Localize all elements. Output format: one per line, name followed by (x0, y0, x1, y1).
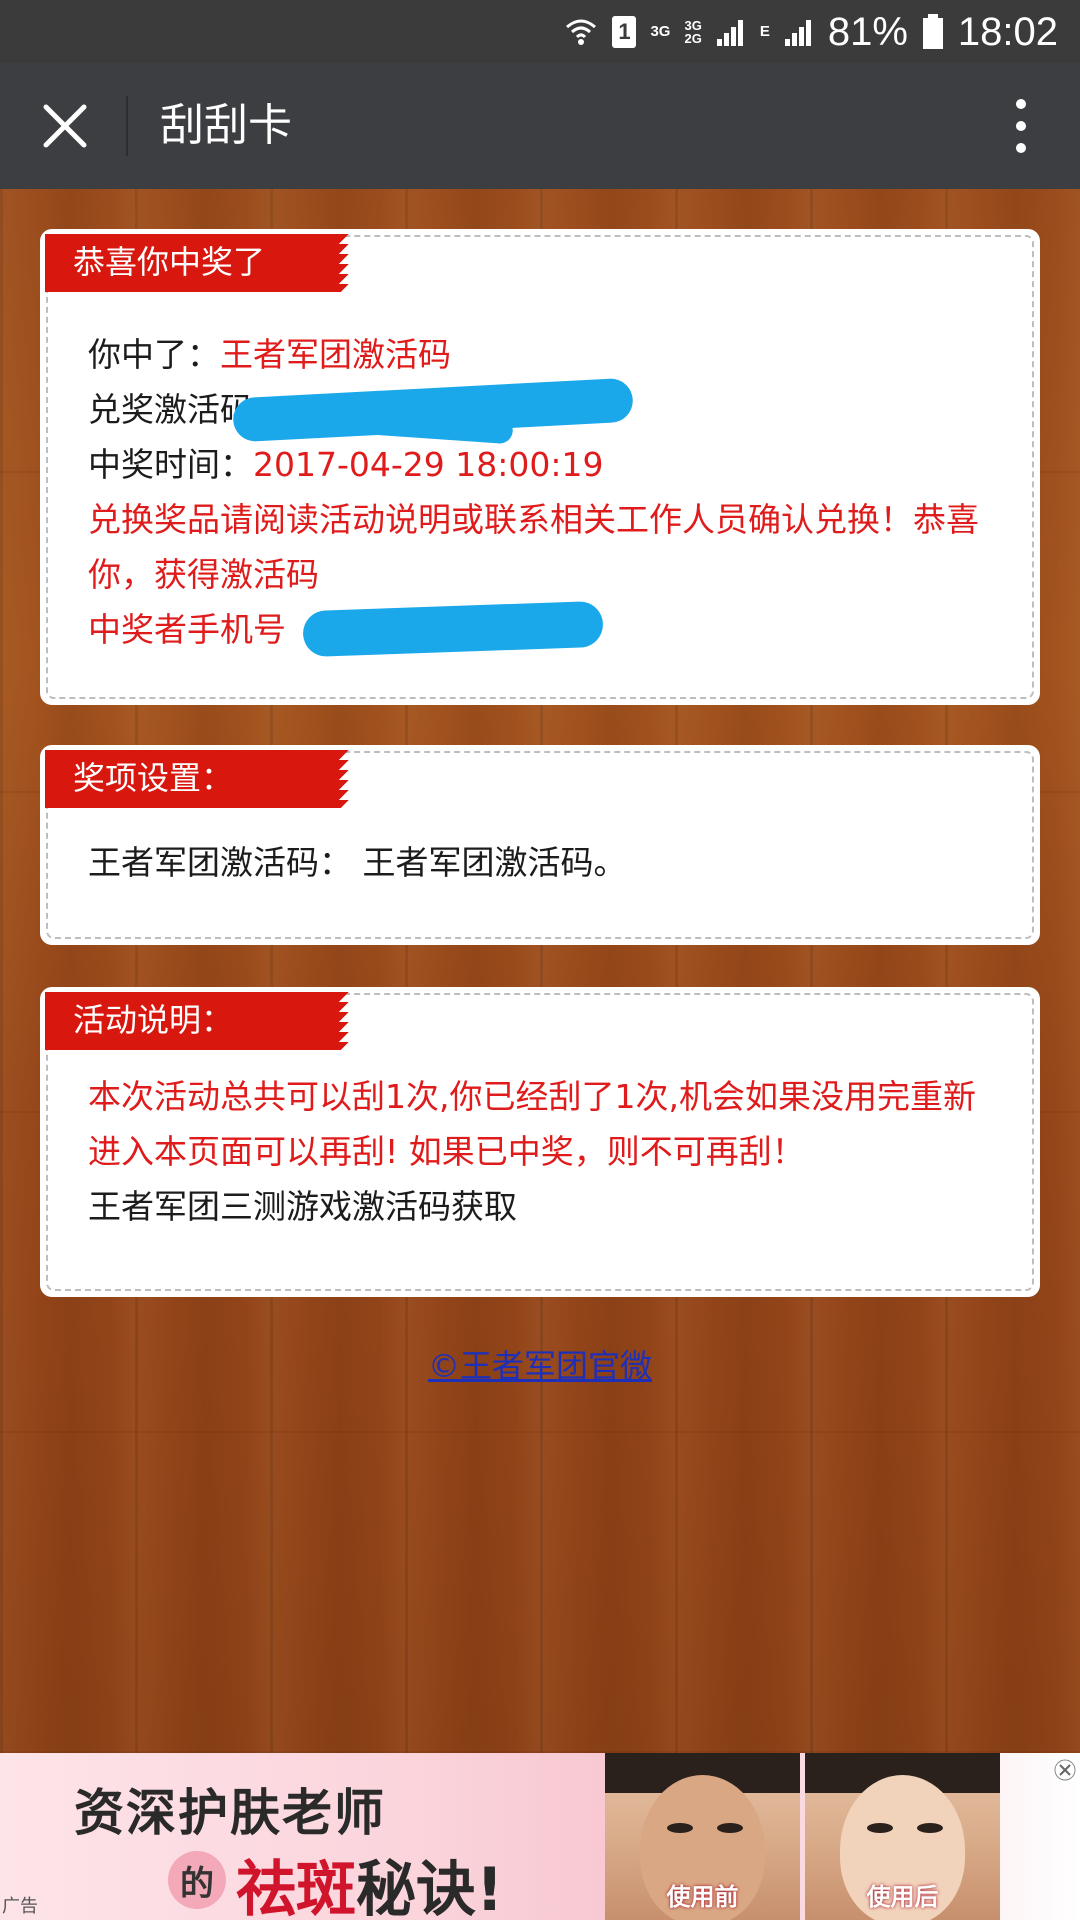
close-icon (1054, 1759, 1076, 1781)
clock: 18:02 (957, 9, 1058, 54)
network-3g-label: 3G (650, 23, 671, 40)
time-value: 2017-04-29 18:00:19 (253, 445, 604, 484)
settings-card-body: 王者军团激活码： 王者军团激活码。 (88, 835, 1000, 890)
more-vertical-icon (1016, 99, 1026, 109)
ad-close-button[interactable] (1050, 1755, 1080, 1785)
phone-line: 中奖者手机号 (88, 600, 1000, 658)
network-e-label: E (759, 23, 770, 40)
battery-icon (922, 13, 944, 50)
sim-icon: 1 (612, 15, 637, 48)
code-line: 兑奖激活码 (88, 377, 1000, 445)
signal-icon-2 (784, 17, 814, 47)
page-title: 刮刮卡 (160, 100, 292, 151)
settings-card: 奖项设置： 王者军团激活码： 王者军团激活码。 (40, 745, 1040, 945)
won-label: 你中了： (88, 335, 220, 374)
battery-percent: 81% (827, 9, 908, 54)
ad-headline: 资深护肤老师 (74, 1784, 386, 1842)
network-2g-bottom: 2G (684, 30, 702, 46)
settings-card-tag: 奖项设置： (45, 750, 351, 808)
ad-subline: 祛斑秘诀! (236, 1841, 503, 1920)
phone-redaction (302, 600, 604, 658)
ad-de-badge: 的 (168, 1851, 226, 1909)
rules-text: 本次活动总共可以刮1次,你已经刮了1次,机会如果没用完重新进入本页面可以再刮! … (88, 1077, 976, 1171)
ad-sub-rest: 秘诀! (356, 1855, 504, 1920)
wifi-icon (564, 15, 598, 49)
close-icon (43, 104, 87, 148)
prize-card-tag: 恭喜你中奖了 (45, 234, 351, 292)
content-area: 恭喜你中奖了 你中了：王者军团激活码 兑奖激活码 中奖时间：2017-04-29… (0, 189, 1080, 1753)
prize-notice: 兑换奖品请阅读活动说明或联系相关工作人员确认兑换！恭喜你，获得激活码 (88, 500, 979, 594)
network-3g-top: 3G (684, 17, 702, 33)
title-divider (126, 96, 128, 156)
prize-card: 恭喜你中奖了 你中了：王者军团激活码 兑奖激活码 中奖时间：2017-04-29… (40, 229, 1040, 705)
code-label: 兑奖激活码 (88, 390, 253, 429)
ad-before-caption: 使用前 (666, 1883, 739, 1911)
time-label: 中奖时间： (88, 445, 253, 484)
ad-after-photo: 使用后 (805, 1753, 1000, 1920)
ad-after-caption: 使用后 (866, 1883, 939, 1911)
title-bar: 刮刮卡 (0, 63, 1080, 189)
status-icons: 1 3G 3G 2G E 81% 18:02 (564, 0, 1058, 63)
prize-card-body: 你中了：王者军团激活码 兑奖激活码 中奖时间：2017-04-29 18:00:… (88, 327, 1000, 658)
rules-card: 活动说明： 本次活动总共可以刮1次,你已经刮了1次,机会如果没用完重新进入本页面… (40, 987, 1040, 1297)
won-line: 你中了：王者军团激活码 (88, 327, 1000, 382)
won-value: 王者军团激活码 (220, 335, 451, 374)
time-line: 中奖时间：2017-04-29 18:00:19 (88, 437, 1000, 492)
official-account-link[interactable]: ©王者军团官微 (0, 1341, 1080, 1387)
ad-banner[interactable]: 资深护肤老师 的 祛斑秘诀! 广告 使用前 使用后 (0, 1753, 1080, 1920)
ad-before-photo: 使用前 (605, 1753, 800, 1920)
close-button[interactable] (30, 91, 100, 161)
rules-card-tag: 活动说明： (45, 992, 351, 1050)
status-bar: 1 3G 3G 2G E 81% 18:02 (0, 0, 1080, 63)
rules-extra: 王者军团三测游戏激活码获取 (88, 1187, 517, 1226)
more-menu-button[interactable] (996, 93, 1046, 159)
network-3g2g-label: 3G 2G (684, 19, 701, 45)
signal-icon (716, 17, 746, 47)
ad-sub-accent: 祛斑 (236, 1855, 356, 1920)
ad-label: 广告 (2, 1896, 38, 1917)
rules-card-body: 本次活动总共可以刮1次,你已经刮了1次,机会如果没用完重新进入本页面可以再刮! … (88, 1069, 1000, 1234)
settings-line: 王者军团激活码： 王者军团激活码。 (88, 843, 627, 882)
phone-label: 中奖者手机号 (88, 610, 286, 649)
